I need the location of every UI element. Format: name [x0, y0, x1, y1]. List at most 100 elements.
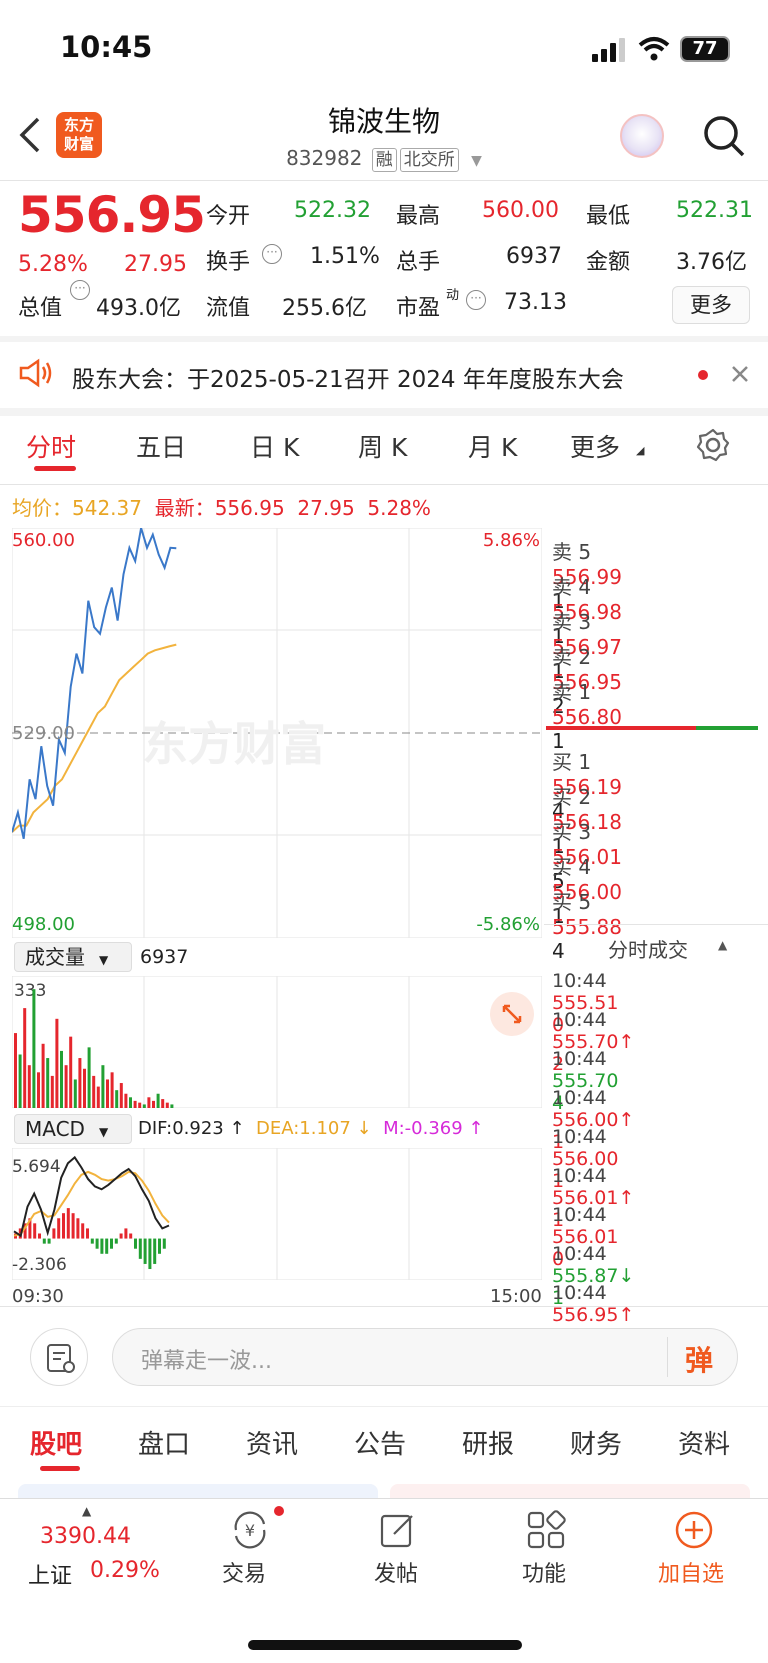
bid-row-4[interactable]: 买 4 556.00 1 — [552, 851, 758, 928]
macd-bar — [100, 1238, 104, 1254]
macd-bar — [62, 1213, 65, 1239]
volume-bar — [142, 1104, 146, 1108]
notice-bar[interactable]: 股东大会：于2025-05-21召开 2024 年年度股东大会 — [0, 342, 768, 408]
trade-icon[interactable]: ¥ — [228, 1510, 272, 1550]
volume-bar — [124, 1093, 128, 1108]
bid-row-1[interactable]: 买 1 556.19 4 — [552, 746, 758, 823]
volume-bar — [78, 1058, 82, 1108]
more-button[interactable]: 更多 — [672, 286, 750, 324]
intraday-price-chart[interactable]: 东方财富 560.00 529.00 498.00 5.86% -5.86% — [12, 528, 542, 938]
volume-label: 总手 — [396, 250, 441, 275]
macd-bar — [42, 1238, 46, 1244]
volume-bar — [129, 1097, 132, 1108]
y-top-pct-label: 5.86% — [483, 530, 540, 551]
tab-5day[interactable]: 五日 — [136, 428, 186, 464]
macd-bar — [138, 1238, 142, 1259]
bid-row-5[interactable]: 买 5 555.88 4 — [552, 886, 758, 963]
macd-bar — [81, 1223, 85, 1239]
float-cap-label: 流值 — [206, 296, 251, 321]
nav-functions[interactable]: 功能 — [522, 1556, 566, 1588]
tab-research[interactable]: 研报 — [462, 1424, 514, 1461]
trade-row: 10:44 555.87↓ 1 — [552, 1243, 635, 1309]
volume-indicator-select[interactable]: 成交量 ▼ — [14, 942, 132, 972]
pe-value: 73.13 — [504, 290, 567, 315]
bid-row-2[interactable]: 买 2 556.18 1 — [552, 781, 758, 858]
index-name[interactable]: 上证 — [28, 1558, 72, 1590]
volume-bar — [69, 1036, 73, 1108]
ask-row-1[interactable]: 卖 1 556.80 1 — [552, 676, 758, 753]
macd-bar — [33, 1223, 37, 1239]
post-icon[interactable] — [378, 1510, 418, 1550]
macd-bar — [148, 1238, 152, 1270]
macd-bar — [158, 1238, 161, 1254]
volume-bar — [106, 1079, 109, 1108]
trade-badge — [274, 1506, 284, 1516]
index-pct[interactable]: 0.29% — [90, 1558, 160, 1583]
macd-bar — [143, 1238, 147, 1264]
macd-max-label: 5.694 — [12, 1157, 61, 1177]
macd-bar — [134, 1238, 137, 1249]
volume-bar — [165, 1102, 169, 1108]
battery-icon: 77 — [680, 36, 730, 62]
search-icon[interactable] — [702, 114, 746, 158]
tab-guba[interactable]: 股吧 — [30, 1424, 82, 1461]
trades-title[interactable]: 分时成交 — [608, 934, 688, 963]
nav-add-watchlist[interactable]: 加自选 — [658, 1556, 724, 1588]
close-icon[interactable] — [730, 364, 750, 384]
turnover-label: 换手 — [206, 250, 251, 275]
macd-bar — [86, 1228, 89, 1239]
macd-bar — [76, 1218, 80, 1239]
unread-dot — [698, 370, 708, 380]
nav-trade[interactable]: 交易 — [222, 1556, 266, 1588]
macd-bar — [114, 1238, 118, 1244]
bid-row-3[interactable]: 买 3 556.01 5 — [552, 816, 758, 893]
x-end-label: 15:00 — [490, 1286, 542, 1307]
settings-gear-icon[interactable] — [696, 428, 730, 462]
macd-min-label: -2.306 — [12, 1255, 67, 1275]
tab-weekly-k[interactable]: 周 K — [358, 428, 407, 464]
volume-total: 6937 — [140, 946, 189, 968]
volume-bar — [170, 1104, 174, 1108]
tab-pankou[interactable]: 盘口 — [138, 1424, 190, 1461]
danmaku-button[interactable]: 弹 — [685, 1339, 713, 1379]
high-value: 560.00 — [482, 198, 559, 223]
macd-bar — [162, 1238, 166, 1249]
volume-bar — [18, 1054, 22, 1108]
index-value[interactable]: 3390.44 — [40, 1524, 131, 1549]
tab-daily-k[interactable]: 日 K — [250, 428, 299, 464]
pe-sup: 动 — [446, 288, 460, 303]
macd-indicator-select[interactable]: MACD ▼ — [14, 1114, 132, 1144]
ask-row-3[interactable]: 卖 3 556.97 1 — [552, 606, 758, 683]
tab-finance[interactable]: 财务 — [570, 1424, 622, 1461]
tab-monthly-k[interactable]: 月 K — [468, 428, 517, 464]
y-bottom-pct-label: -5.86% — [476, 914, 540, 935]
expand-icon[interactable] — [490, 992, 534, 1036]
volume-chart: 333 — [12, 976, 542, 1108]
info-icon[interactable]: ··· — [262, 244, 282, 264]
info-icon[interactable]: ··· — [70, 280, 90, 300]
notes-icon[interactable] — [30, 1328, 88, 1386]
exchange-tag: 北交所 — [399, 148, 459, 172]
macd-bar — [57, 1218, 61, 1239]
ask-row-5[interactable]: 卖 5 556.99 1 — [552, 536, 758, 613]
nav-post[interactable]: 发帖 — [374, 1556, 418, 1588]
tab-announcements[interactable]: 公告 — [354, 1424, 406, 1461]
ask-row-4[interactable]: 卖 4 556.98 1 — [552, 571, 758, 648]
info-icon[interactable]: ··· — [466, 290, 486, 310]
comment-input[interactable]: 弹幕走一波... 弹 — [112, 1328, 738, 1386]
functions-icon[interactable] — [526, 1510, 566, 1550]
volume-bar — [101, 1065, 105, 1108]
tab-more[interactable]: 更多 — [570, 428, 620, 464]
macd-chart: 5.694 -2.306 — [12, 1148, 542, 1280]
tab-intraday[interactable]: 分时 — [26, 428, 76, 464]
change-value: 27.95 — [124, 252, 187, 277]
ask-row-2[interactable]: 卖 2 556.95 2 — [552, 641, 758, 718]
add-watchlist-icon[interactable] — [674, 1510, 714, 1550]
stock-code: 832982 — [286, 146, 363, 170]
volume-bar — [32, 989, 36, 1108]
tab-news[interactable]: 资讯 — [246, 1424, 298, 1461]
robot-avatar-icon[interactable] — [620, 114, 664, 158]
market-cap-value: 493.0亿 — [96, 296, 181, 321]
macd-bar — [90, 1238, 94, 1244]
tab-profile[interactable]: 资料 — [678, 1424, 730, 1461]
